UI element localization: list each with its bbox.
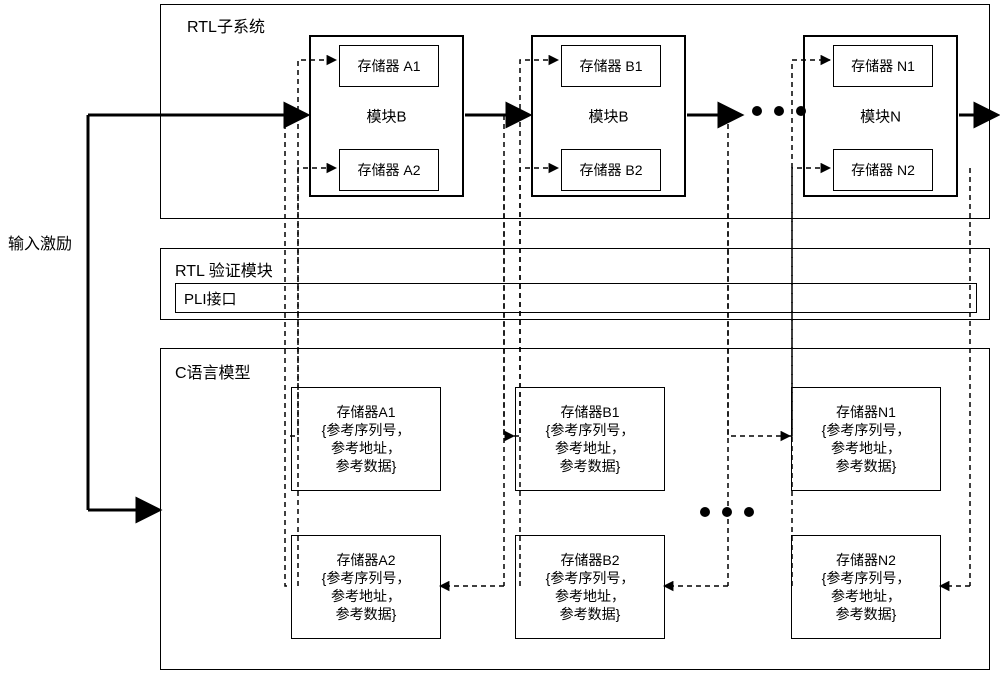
panel-rtl-verify: RTL 验证模块 PLI接口 bbox=[160, 248, 990, 320]
cbox-b1: 存储器B1 {参考序列号， 参考地址， 参考数据} bbox=[515, 387, 665, 491]
panel-title-rtl-subsystem: RTL子系统 bbox=[187, 13, 265, 37]
memory-n1: 存储器 N1 bbox=[833, 45, 933, 87]
cbox-n1: 存储器N1 {参考序列号， 参考地址， 参考数据} bbox=[791, 387, 941, 491]
memory-a1: 存储器 A1 bbox=[339, 45, 439, 87]
cbox-n2: 存储器N2 {参考序列号， 参考地址， 参考数据} bbox=[791, 535, 941, 639]
panel-c-model: C语言模型 存储器A1 {参考序列号， 参考地址， 参考数据} 存储器B1 {参… bbox=[160, 348, 990, 670]
cbox-a1: 存储器A1 {参考序列号， 参考地址， 参考数据} bbox=[291, 387, 441, 491]
panel-title-rtl-verify: RTL 验证模块 bbox=[175, 257, 273, 281]
module-a: 存储器 A1 模块B 存储器 A2 bbox=[309, 35, 464, 197]
cbox-b2: 存储器B2 {参考序列号， 参考地址， 参考数据} bbox=[515, 535, 665, 639]
panel-title-c-model: C语言模型 bbox=[175, 359, 251, 383]
cbox-a2: 存储器A2 {参考序列号， 参考地址， 参考数据} bbox=[291, 535, 441, 639]
panel-rtl-subsystem: RTL子系统 存储器 A1 模块B 存储器 A2 存储器 B1 模块B 存储器 … bbox=[160, 4, 990, 219]
memory-n2: 存储器 N2 bbox=[833, 149, 933, 191]
module-a-title: 模块B bbox=[311, 106, 462, 127]
module-b: 存储器 B1 模块B 存储器 B2 bbox=[531, 35, 686, 197]
memory-b2: 存储器 B2 bbox=[561, 149, 661, 191]
pli-interface: PLI接口 bbox=[175, 283, 977, 313]
memory-a2: 存储器 A2 bbox=[339, 149, 439, 191]
module-n-title: 模块N bbox=[805, 106, 956, 127]
ellipsis-top bbox=[752, 106, 806, 116]
ellipsis-bottom bbox=[700, 507, 754, 517]
memory-b1: 存储器 B1 bbox=[561, 45, 661, 87]
module-n: 存储器 N1 模块N 存储器 N2 bbox=[803, 35, 958, 197]
input-stimulus-label: 输入激励 bbox=[8, 230, 72, 254]
module-b-title: 模块B bbox=[533, 106, 684, 127]
